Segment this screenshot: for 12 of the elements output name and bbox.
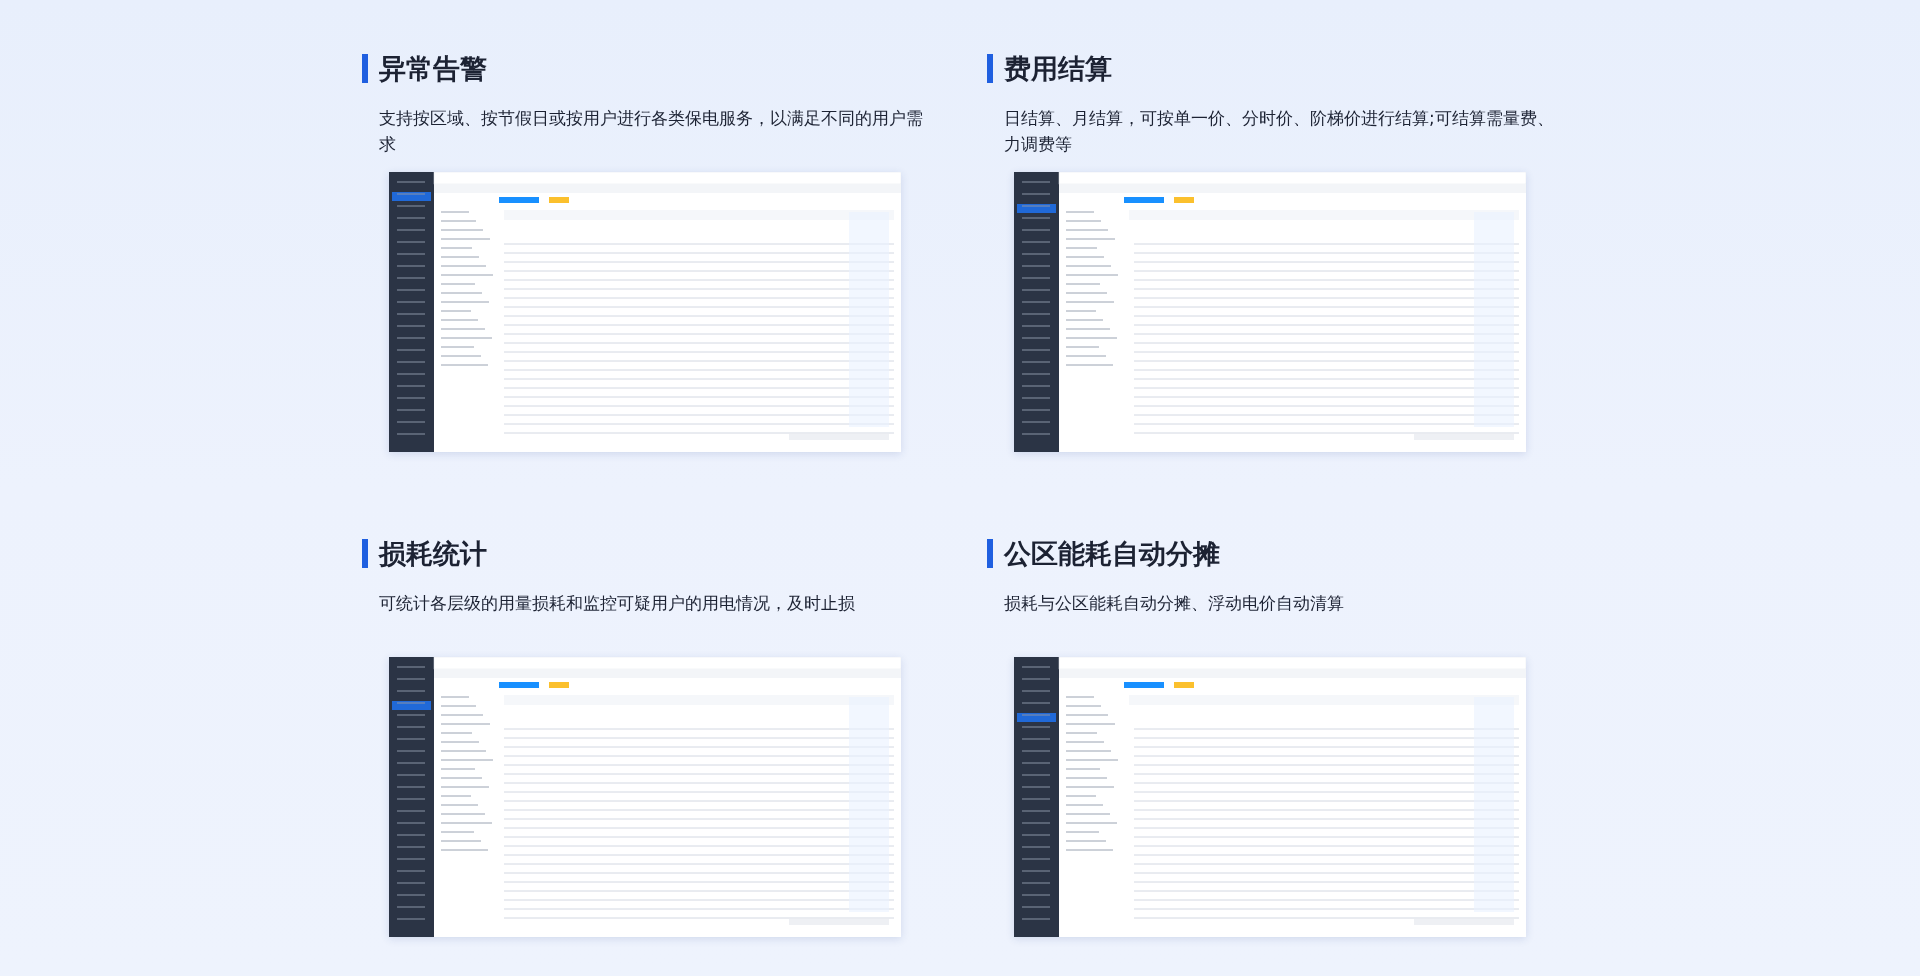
section-description: 日结算、月结算，可按单一价、分时价、阶梯价进行结算;可结算需量费、力调费等 [1004, 107, 1555, 151]
section-title: 损耗统计 [379, 539, 487, 568]
section-title: 费用结算 [1004, 54, 1112, 83]
title-accent-bar [362, 54, 368, 83]
section-description: 支持按区域、按节假日或按用户进行各类保电服务，以满足不同的用户需求 [379, 107, 924, 151]
section-title: 异常告警 [379, 54, 487, 83]
section-description: 损耗与公区能耗自动分摊、浮动电价自动清算 [1004, 592, 1345, 615]
section-title: 公区能耗自动分摊 [1004, 539, 1220, 568]
title-accent-bar [987, 539, 993, 568]
title-accent-bar [987, 54, 993, 83]
section-description: 可统计各层级的用量损耗和监控可疑用户的用电情况，及时止损 [379, 592, 856, 615]
title-accent-bar [362, 539, 368, 568]
